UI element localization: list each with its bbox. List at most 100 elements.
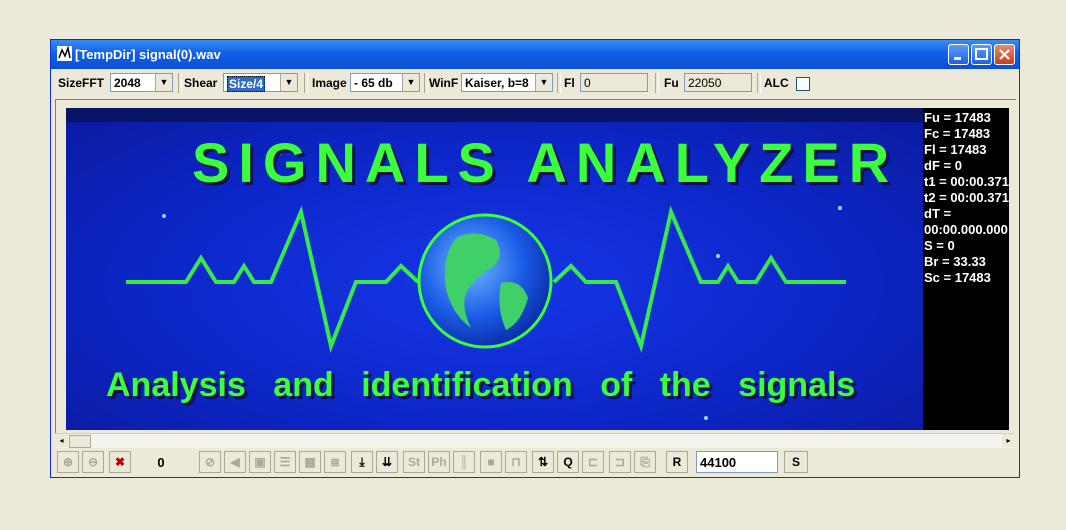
bottom-toolbar: ⊕ ⊖ ✖ 0 ⊘ ◀ ▣ ☰ ▦ ≣ ⤓ ⇊ St Ph ║ ■ ⊓ ⇅ Q … [55,449,1015,475]
grid-button[interactable]: ▦ [299,451,321,473]
divider [557,73,561,93]
marker-down-button[interactable]: ⤓ [351,451,373,473]
sample-rate-input[interactable]: 44100 [696,451,778,473]
winf-label: WinF [429,76,459,90]
pulse-icon: ⊓ [511,455,521,469]
fu-value: 22050 [688,76,722,90]
sort-button[interactable]: ⇅ [532,451,554,473]
scroll-left-icon[interactable]: ◂ [55,434,68,447]
fl-label: Fl [564,76,575,90]
step-alt-button[interactable]: ⊐ [609,451,631,473]
chevron-down-icon[interactable]: ▼ [402,74,419,91]
winf-value: Kaiser, b=8 [465,76,529,90]
lines-icon: ≣ [329,455,341,469]
spectrogram-subtitle: Analysis and identification of the signa… [106,366,856,404]
readout-line: Fc = 17483 [924,126,991,141]
scrollbar-thumb[interactable] [69,435,91,448]
spectrogram-image[interactable]: SIGNALS ANALYZER Analysis and identifica… [66,108,923,430]
alc-label: ALC [764,76,789,90]
close-icon [999,49,1010,60]
shear-select[interactable]: Size/4 ▼ [223,73,298,92]
ph-label: Ph [431,455,447,469]
measurement-readout: Fu = 17483 Fc = 17483 Fl = 17483 dF = 0 t1 =… [924,110,1016,286]
chevron-down-icon[interactable]: ▼ [155,74,172,91]
image-label: Image [312,76,347,90]
globe-icon [417,213,553,349]
app-window: [TempDir] signal(0).wav SizeFFT 2048 ▼ S… [50,39,1020,478]
minimize-icon [954,57,961,60]
filter-icon: ☰ [279,455,291,469]
step-alt-icon: ⊐ [614,455,626,469]
close-button[interactable] [994,44,1015,65]
r-label: R [672,455,682,469]
shear-value: Size/4 [227,76,266,92]
counter-value: 0 [157,455,165,470]
sound-button[interactable]: ◀ [224,451,246,473]
pulse-button[interactable]: ⊓ [505,451,527,473]
zoom-out-button[interactable]: ⊖ [82,451,104,473]
fl-input[interactable]: 0 [580,73,648,92]
divider [424,73,428,93]
shear-label: Shear [184,76,218,90]
zoom-in-icon: ⊕ [62,455,74,469]
readout-line: Sc = 17483 [924,270,991,285]
export-icon: ⎘ [640,455,650,469]
step-icon: ⊏ [587,455,599,469]
delete-icon: ✖ [114,455,126,469]
r-button[interactable]: R [666,451,688,473]
scroll-right-icon[interactable]: ▸ [1002,434,1015,447]
divider [655,73,659,93]
title-bar[interactable]: [TempDir] signal(0).wav [51,40,1019,69]
sizefft-label: SizeFFT [58,76,105,90]
qr-button[interactable]: Q [557,451,579,473]
chevron-down-icon[interactable]: ▼ [280,74,297,91]
divider [304,73,308,93]
comb-button[interactable]: ║ [453,451,475,473]
readout-line: Fl = 17483 [924,142,987,157]
readout-line: dF = 0 [924,158,962,173]
square-icon: ■ [487,455,495,469]
winf-select[interactable]: Kaiser, b=8 ▼ [461,73,553,92]
sample-rate-value: 44100 [700,455,737,470]
window-title: [TempDir] signal(0).wav [75,47,221,62]
delete-button[interactable]: ✖ [109,451,131,473]
maximize-button[interactable] [971,44,992,65]
step-button[interactable]: ⊏ [582,451,604,473]
stop-button[interactable]: ⊘ [199,451,221,473]
fu-input[interactable]: 22050 [684,73,752,92]
double-arrow-icon: ⇊ [381,455,393,469]
ph-button[interactable]: Ph [428,451,450,473]
divider [178,73,182,93]
frame-icon: ▣ [254,455,266,469]
readout-line: Fu = 17483 [924,110,991,125]
image-select[interactable]: - 65 db ▼ [350,73,420,92]
lines-button[interactable]: ≣ [324,451,346,473]
fu-label: Fu [664,76,679,90]
export-button[interactable]: ⎘ [634,451,656,473]
zoom-in-button[interactable]: ⊕ [57,451,79,473]
s-button[interactable]: S [784,451,808,473]
solid-button[interactable]: ■ [480,451,502,473]
spectrogram-heading: SIGNALS ANALYZER [192,131,899,194]
frame-button[interactable]: ▣ [249,451,271,473]
app-icon [57,46,72,61]
s-label: S [791,455,800,469]
comb-icon: ║ [459,455,469,469]
spectrogram-viewport[interactable]: SIGNALS ANALYZER Analysis and identifica… [55,99,1016,435]
horizontal-scrollbar[interactable]: ◂ ▸ [55,433,1015,448]
sizefft-select[interactable]: 2048 ▼ [110,73,173,92]
grid-icon: ▦ [304,455,316,469]
filter-button[interactable]: ☰ [274,451,296,473]
sort-icon: ⇅ [537,455,549,469]
readout-line: dT = 00:00.000.000 [924,206,1008,237]
readout-line: Br = 33.33 [924,254,986,269]
maximize-icon [975,48,988,60]
marker-double-button[interactable]: ⇊ [376,451,398,473]
st-label: St [408,455,420,469]
st-button[interactable]: St [403,451,425,473]
speaker-icon: ◀ [230,455,240,469]
zoom-out-icon: ⊖ [87,455,99,469]
alc-checkbox[interactable] [796,77,810,91]
chevron-down-icon[interactable]: ▼ [535,74,552,91]
minimize-button[interactable] [948,44,969,65]
